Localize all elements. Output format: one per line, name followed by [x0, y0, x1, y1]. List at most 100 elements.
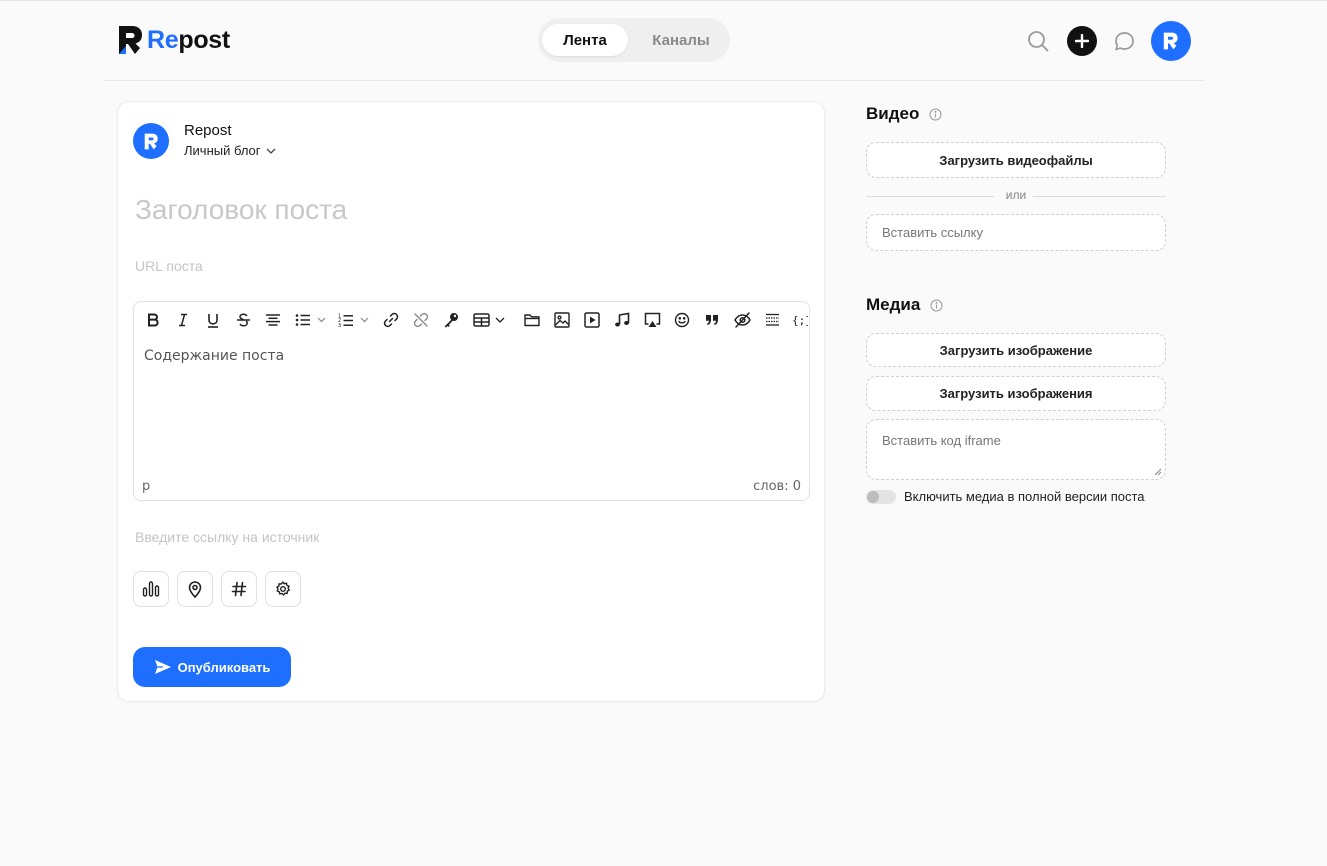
- key-button[interactable]: [440, 309, 462, 331]
- key-icon: [444, 313, 458, 328]
- messages-button[interactable]: [1112, 29, 1136, 53]
- editor-toolbar: 123 {;: [134, 302, 809, 338]
- hashtag-button[interactable]: [221, 571, 257, 607]
- video-info-icon[interactable]: [929, 108, 942, 121]
- insert-image-button[interactable]: [551, 309, 573, 331]
- code-icon: {;}: [792, 314, 808, 327]
- poll-button[interactable]: [133, 571, 169, 607]
- numbered-list-icon: 123: [338, 313, 353, 328]
- chevron-down-icon: [495, 317, 505, 323]
- bold-icon: [148, 313, 159, 327]
- folder-icon: [524, 314, 540, 327]
- feed-tabs: Лента Каналы: [538, 18, 730, 62]
- underline-icon: [208, 313, 218, 328]
- editor-status-path: p: [142, 479, 151, 494]
- numbered-list-button[interactable]: 123: [335, 309, 357, 331]
- chevron-down-icon: [360, 317, 368, 323]
- hidden-text-button[interactable]: [731, 309, 753, 331]
- upload-video-button[interactable]: Загрузить видеофайлы: [866, 142, 1166, 178]
- logo[interactable]: Repost: [118, 25, 230, 55]
- video-link-input[interactable]: Вставить ссылку: [866, 214, 1166, 251]
- logo-text-re: Re: [147, 25, 179, 54]
- table-icon: [472, 313, 490, 327]
- hide-icon: [733, 312, 751, 328]
- repost-logo-icon: [1163, 32, 1178, 50]
- search-icon: [1028, 31, 1049, 52]
- or-divider-line-right: [1033, 196, 1166, 197]
- music-icon: [615, 312, 630, 327]
- italic-button[interactable]: [172, 309, 194, 331]
- unlink-button[interactable]: [410, 309, 432, 331]
- underline-button[interactable]: [202, 309, 224, 331]
- strikethrough-icon: [236, 313, 250, 327]
- upload-images-button[interactable]: Загрузить изображения: [866, 376, 1166, 411]
- svg-text:3: 3: [338, 323, 341, 328]
- numbered-list-dropdown[interactable]: [358, 309, 370, 331]
- tab-channels[interactable]: Каналы: [636, 24, 726, 56]
- post-url-input[interactable]: [135, 255, 795, 277]
- video-icon: [584, 312, 600, 328]
- bold-button[interactable]: [142, 309, 164, 331]
- source-link-input[interactable]: [135, 526, 795, 548]
- search-button[interactable]: [1026, 29, 1050, 53]
- publish-button-label: Опубликовать: [177, 659, 271, 675]
- repost-logo-icon: [144, 133, 158, 149]
- emoji-button[interactable]: [671, 309, 693, 331]
- blog-selector[interactable]: Личный блог: [184, 143, 276, 158]
- resize-grip-icon[interactable]: [1154, 468, 1162, 476]
- blockquote-button[interactable]: [701, 309, 723, 331]
- upload-image-button[interactable]: Загрузить изображение: [866, 333, 1166, 367]
- bullet-list-icon: [295, 314, 310, 326]
- hashtag-icon: [231, 581, 247, 597]
- insert-audio-button[interactable]: [611, 309, 633, 331]
- code-sample-button[interactable]: {;}: [789, 309, 811, 331]
- media-info-icon[interactable]: [930, 299, 943, 312]
- logo-text: Repost: [147, 26, 230, 55]
- quote-icon: [706, 315, 718, 325]
- bullet-list-button[interactable]: [292, 309, 314, 331]
- poll-icon: [142, 581, 160, 597]
- post-content-area[interactable]: Содержание поста: [144, 348, 284, 364]
- create-post-button[interactable]: [1067, 26, 1097, 56]
- post-title-input[interactable]: [135, 190, 795, 230]
- insert-table-button[interactable]: [470, 309, 492, 331]
- embed-media-button[interactable]: [641, 309, 663, 331]
- align-center-icon: [266, 314, 280, 326]
- full-media-toggle[interactable]: [866, 489, 896, 504]
- video-section-title-text: Видео: [866, 104, 920, 123]
- media-section-title-text: Медиа: [866, 295, 921, 314]
- or-divider-label: или: [1005, 188, 1027, 202]
- send-icon: [154, 660, 171, 674]
- iframe-code-input[interactable]: Вставить код iframe: [866, 419, 1166, 480]
- align-center-button[interactable]: [262, 309, 284, 331]
- preformatted-button[interactable]: [761, 309, 783, 331]
- rich-text-editor: 123 {; Содержание поста p слов: 0: [133, 301, 810, 501]
- strikethrough-button[interactable]: [232, 309, 254, 331]
- full-media-toggle-row: Включить медиа в полной версии поста: [866, 489, 1145, 504]
- author-name: Repost: [184, 122, 232, 139]
- table-dropdown[interactable]: [494, 309, 506, 331]
- chat-bubble-icon: [1114, 31, 1134, 50]
- location-button[interactable]: [177, 571, 213, 607]
- gear-icon: [276, 581, 290, 596]
- publish-button[interactable]: Опубликовать: [133, 647, 291, 687]
- emoji-icon: [674, 312, 690, 328]
- svg-text:{;}: {;}: [792, 314, 808, 327]
- user-avatar[interactable]: [1151, 21, 1191, 61]
- tab-feed[interactable]: Лента: [542, 24, 628, 56]
- preformatted-icon: [765, 313, 779, 326]
- unlink-icon: [413, 312, 429, 328]
- insert-link-button[interactable]: [380, 309, 402, 331]
- video-section-title: Видео: [866, 104, 942, 124]
- bullet-list-dropdown[interactable]: [315, 309, 327, 331]
- insert-video-button[interactable]: [581, 309, 603, 331]
- logo-mark-icon: [119, 26, 142, 54]
- blog-selector-label: Личный блог: [184, 143, 261, 158]
- link-icon: [383, 312, 399, 328]
- post-editor-card: Repost Личный блог Заголовок поста URL п…: [117, 101, 825, 702]
- airplay-icon: [644, 312, 660, 327]
- post-settings-button[interactable]: [265, 571, 301, 607]
- header: Repost Лента Каналы: [104, 1, 1204, 81]
- file-manager-button[interactable]: [521, 309, 543, 331]
- logo-text-post: post: [178, 25, 230, 54]
